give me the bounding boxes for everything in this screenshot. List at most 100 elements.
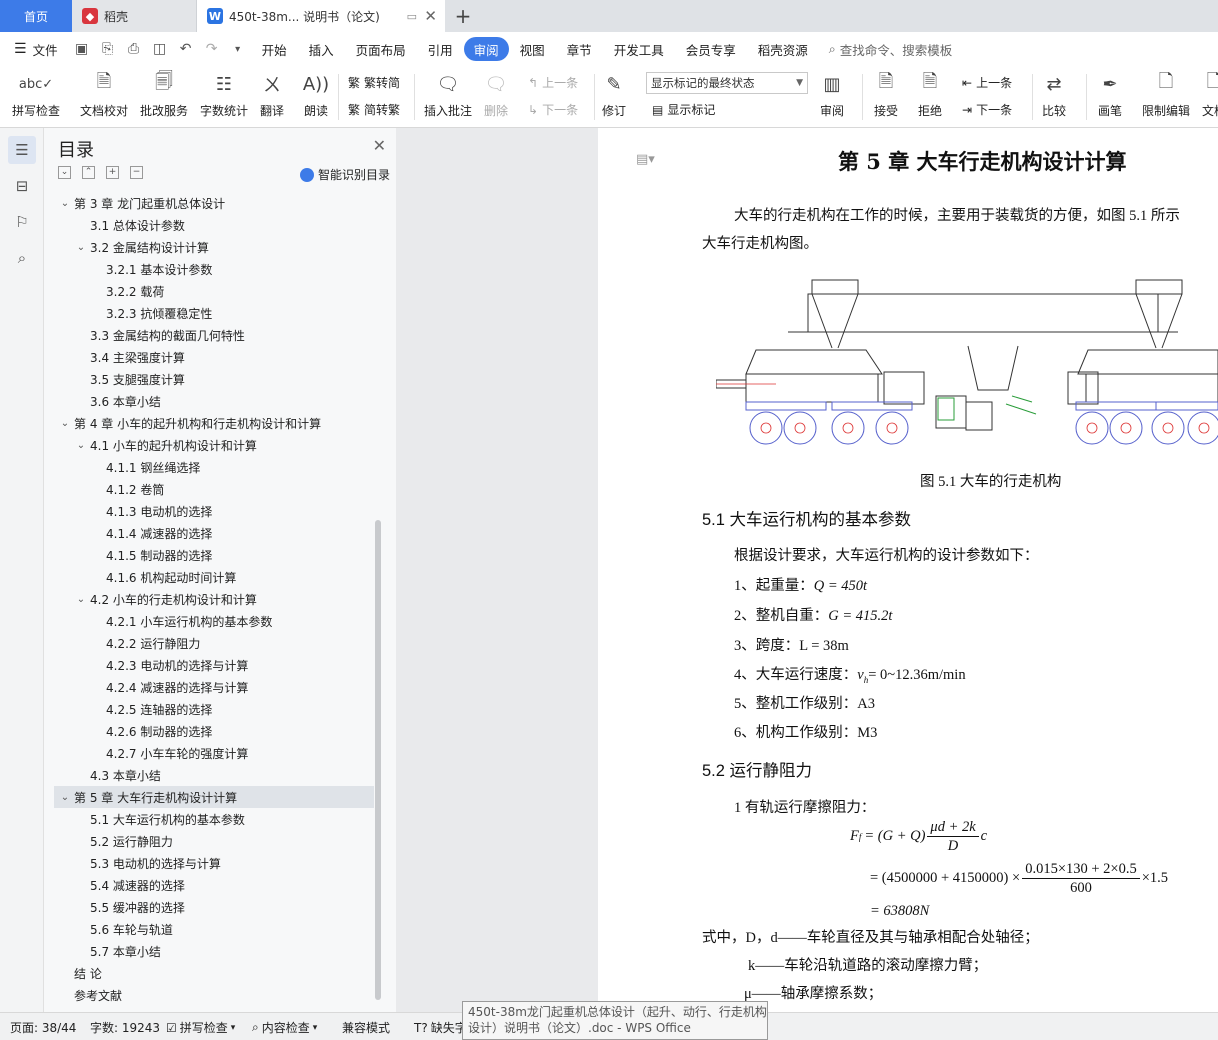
command-search[interactable]: ⌕ 查找命令、搜索模板 [819, 40, 953, 59]
toc-item[interactable]: 4.1.5 制动器的选择 [54, 544, 374, 566]
toc-item[interactable]: 5.1 大车运行机构的基本参数 [54, 808, 374, 830]
toc-item[interactable]: 参考文献 [54, 984, 374, 1006]
next-comment-button[interactable]: ↳ 下一条 [528, 101, 578, 118]
toc-item[interactable]: 4.3 本章小结 [54, 764, 374, 786]
toc-item[interactable]: 4.2.4 减速器的选择与计算 [54, 676, 374, 698]
monitor-icon[interactable]: ▭ [407, 10, 417, 23]
simp-to-trad-button[interactable]: 繁简转繁 [348, 101, 400, 118]
toc-item[interactable]: ⌄ 第 4 章 小车的起升机构和行走机构设计和计算 [54, 412, 374, 434]
undo-icon[interactable]: ↶ [173, 37, 199, 61]
export-icon[interactable]: ⎘ [95, 37, 121, 61]
prev-change-button[interactable]: ⇤ 上一条 [962, 74, 1012, 91]
toc-item[interactable]: 4.2.7 小车车轮的强度计算 [54, 742, 374, 764]
toc-item[interactable]: 3.1 总体设计参数 [54, 214, 374, 236]
quick-access-dropdown-icon[interactable]: ▾ [225, 37, 251, 61]
menu-view[interactable]: 视图 [509, 37, 556, 61]
remove-toc-icon[interactable]: − [130, 166, 143, 179]
file-menu[interactable]: ☰ 文件 [0, 37, 69, 61]
word-count-indicator[interactable]: 字数: 19243 [90, 1019, 160, 1036]
toc-item[interactable]: ⌄ 3.2 金属结构设计计算 [54, 236, 374, 258]
chevron-down-icon[interactable]: ⌄ [58, 418, 72, 429]
menu-member[interactable]: 会员专享 [675, 37, 747, 61]
show-markup-button[interactable]: ▤ 显示标记 [652, 101, 715, 118]
prev-comment-button[interactable]: ↰ 上一条 [528, 74, 578, 91]
doc-permission-button[interactable]: 🗋 文档 [1200, 70, 1218, 119]
spell-check-button[interactable]: abc✓ 拼写检查 [12, 70, 60, 119]
add-toc-icon[interactable]: + [106, 166, 119, 179]
chevron-down-icon[interactable]: ⌄ [74, 242, 88, 253]
toc-item[interactable]: 5.5 缓冲器的选择 [54, 896, 374, 918]
page-indicator[interactable]: 页面: 38/44 [10, 1019, 76, 1036]
restrict-editing-button[interactable]: 🗋 限制编辑 [1142, 70, 1190, 119]
toc-item[interactable]: 4.2.2 运行静阻力 [54, 632, 374, 654]
toc-scrollbar[interactable] [375, 520, 381, 1000]
toc-item[interactable]: 3.4 主梁强度计算 [54, 346, 374, 368]
pen-button[interactable]: ✒ 画笔 [1096, 70, 1124, 119]
annotate-service-button[interactable]: 🗐 批改服务 [140, 70, 188, 119]
review-pane-button[interactable]: ▥ 审阅 [818, 70, 846, 119]
toc-item[interactable]: 3.2.1 基本设计参数 [54, 258, 374, 280]
spell-check-status[interactable]: ☑ 拼写检查 ▾ [166, 1019, 235, 1036]
menu-insert[interactable]: 插入 [298, 37, 345, 61]
menu-review[interactable]: 审阅 [463, 37, 509, 61]
toc-item[interactable]: 5.6 车轮与轨道 [54, 918, 374, 940]
doc-menu-icon[interactable]: ▤▾ [636, 152, 655, 167]
toc-item[interactable]: 5.4 减速器的选择 [54, 874, 374, 896]
toc-item[interactable]: 4.1.6 机构起动时间计算 [54, 566, 374, 588]
expand-up-icon[interactable]: ⌃ [82, 166, 95, 179]
toc-item[interactable]: 4.2.1 小车运行机构的基本参数 [54, 610, 374, 632]
toc-item[interactable]: 4.1.3 电动机的选择 [54, 500, 374, 522]
content-check-status[interactable]: ⌕ 内容检查 ▾ [252, 1019, 317, 1036]
toc-item[interactable]: 4.2.5 连轴器的选择 [54, 698, 374, 720]
toc-item[interactable]: 4.1.4 减速器的选择 [54, 522, 374, 544]
menu-daoke-resources[interactable]: 稻壳资源 [747, 37, 819, 61]
print-icon[interactable]: ⎙ [121, 37, 147, 61]
new-tab-button[interactable]: + [445, 0, 481, 32]
close-icon[interactable]: ✕ [373, 136, 386, 155]
word-count-button[interactable]: ☷ 字数统计 [200, 70, 248, 119]
save-icon[interactable]: ▣ [69, 37, 95, 61]
read-aloud-button[interactable]: A)) 朗读 [302, 70, 330, 119]
print-preview-icon[interactable]: ◫ [147, 37, 173, 61]
doc-proofread-button[interactable]: 🗎 文档校对 [80, 70, 128, 119]
toc-item[interactable]: ⌄ 第 5 章 大车行走机构设计计算 [54, 786, 374, 808]
chevron-down-icon[interactable]: ⌄ [58, 198, 72, 209]
tab-document[interactable]: W 450t-38m... 说明书（论文) ▭ ✕ [197, 0, 445, 32]
toc-panel-icon[interactable]: ☰ [8, 136, 36, 164]
toc-item[interactable]: 5.7 本章小结 [54, 940, 374, 962]
menu-developer[interactable]: 开发工具 [603, 37, 675, 61]
document-page[interactable]: ▤▾ 第 5 章 大车行走机构设计计算 大车的行走机构在工作的时候，主要用于装载… [598, 128, 1218, 1012]
insert-comment-button[interactable]: 🗨 插入批注 [424, 70, 472, 119]
chevron-down-icon[interactable]: ⌄ [58, 792, 72, 803]
chapter-nav-icon[interactable]: ⊟ [8, 172, 36, 200]
toc-item[interactable]: 4.1.2 卷筒 [54, 478, 374, 500]
bookmark-icon[interactable]: ⚐ [8, 208, 36, 236]
reject-button[interactable]: 🗎 拒绝 [916, 70, 944, 119]
toc-item[interactable]: ⌄ 第 3 章 龙门起重机总体设计 [54, 192, 374, 214]
menu-section[interactable]: 章节 [556, 37, 603, 61]
toc-item[interactable]: 3.3 金属结构的截面几何特性 [54, 324, 374, 346]
compare-button[interactable]: ⇄ 比较 [1040, 70, 1068, 119]
toc-item[interactable]: 3.5 支腿强度计算 [54, 368, 374, 390]
menu-references[interactable]: 引用 [417, 37, 464, 61]
toc-item[interactable]: 5.3 电动机的选择与计算 [54, 852, 374, 874]
toc-item[interactable]: 4.2.3 电动机的选择与计算 [54, 654, 374, 676]
markup-status-select[interactable]: 显示标记的最终状态 ▼ [646, 72, 808, 94]
menu-page-layout[interactable]: 页面布局 [345, 37, 417, 61]
toc-item[interactable]: 3.6 本章小结 [54, 390, 374, 412]
smart-toc-button[interactable]: 智能识别目录 [299, 166, 390, 183]
collapse-all-icon[interactable]: ⌄ [58, 166, 71, 179]
toc-item[interactable]: 4.1.1 钢丝绳选择 [54, 456, 374, 478]
toc-item[interactable]: 3.2.2 载荷 [54, 280, 374, 302]
toc-item[interactable]: 4.2.6 制动器的选择 [54, 720, 374, 742]
close-tab-icon[interactable]: ✕ [424, 7, 437, 25]
redo-icon[interactable]: ↷ [199, 37, 225, 61]
tab-home[interactable]: 首页 [0, 0, 72, 32]
chevron-down-icon[interactable]: ⌄ [74, 594, 88, 605]
chevron-down-icon[interactable]: ⌄ [74, 440, 88, 451]
search-icon[interactable]: ⌕ [8, 244, 36, 272]
accept-button[interactable]: 🗎 接受 [872, 70, 900, 119]
toc-item[interactable]: ⌄ 4.2 小车的行走机构设计和计算 [54, 588, 374, 610]
delete-comment-button[interactable]: 🗨 删除 [482, 70, 510, 119]
next-change-button[interactable]: ⇥ 下一条 [962, 101, 1012, 118]
